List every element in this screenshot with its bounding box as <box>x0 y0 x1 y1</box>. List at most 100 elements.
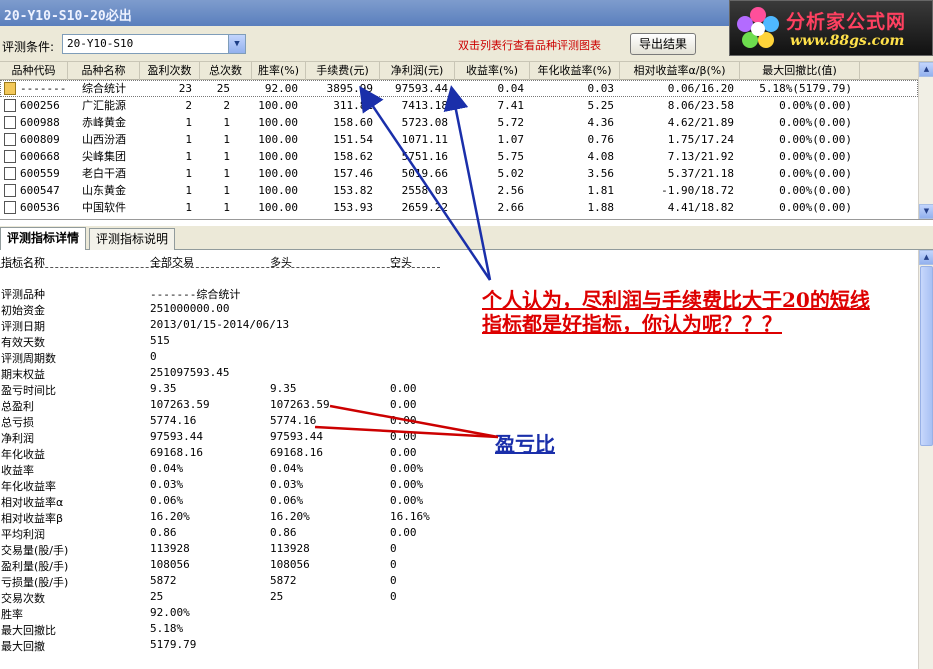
cell-total: 1 <box>223 150 230 163</box>
detail-scrollbar[interactable]: ▲ <box>918 250 933 669</box>
cell-total: 1 <box>223 201 230 214</box>
detail-tabs: 评测指标详情 评测指标说明 <box>0 226 933 251</box>
cell-fee: 153.82 <box>333 184 373 197</box>
ratio-annotation: 盈亏比 <box>495 432 555 456</box>
metric-value: 0.00 <box>390 414 417 427</box>
header-col-winrate[interactable]: 胜率(%) <box>252 62 306 80</box>
metric-value: 0.06% <box>270 494 304 507</box>
header-col-relative[interactable]: 相对收益率α/β(%) <box>620 62 740 80</box>
metric-value: 97593.44 <box>270 430 323 443</box>
cell-dd: 0.00%(0.00) <box>779 150 852 163</box>
table-body: ------- 综合统计 23 25 92.00 3895.99 97593.44 0.04 0… <box>0 80 918 216</box>
header-col-name[interactable]: 品种名称 <box>68 62 140 80</box>
metric-label: 最大回撤比 <box>1 624 56 637</box>
cell-code: 600536 <box>20 201 60 214</box>
condition-value: 20-Y10-S10 <box>67 37 134 50</box>
metric-value: 5774.16 <box>150 414 197 427</box>
cell-total: 2 <box>223 99 230 112</box>
cell-winrate: 100.00 <box>258 133 298 146</box>
metric-value: 251000000.00 <box>150 302 230 315</box>
metric-value: 5179.79 <box>150 638 197 651</box>
cell-annual: 3.56 <box>587 167 615 180</box>
table-row[interactable]: 600256 广汇能源 2 2 100.00 311.81 7413.18 7.41 5.25 8… <box>0 97 918 114</box>
cell-dd: 0.00%(0.00) <box>779 133 852 146</box>
cell-annual: 0.03 <box>587 82 615 95</box>
cell-rel: 4.62/21.89 <box>667 116 734 129</box>
cell-fee: 157.46 <box>333 167 373 180</box>
metric-label: 收益率 <box>1 464 34 477</box>
table-row[interactable]: 600988 赤峰黄金 1 1 100.00 158.60 5723.08 5.72 4.36 4… <box>0 114 918 131</box>
cell-code: 600668 <box>20 150 60 163</box>
table-row[interactable]: 600547 山东黄金 1 1 100.00 153.82 2558.03 2.56 1.81 -… <box>0 182 918 199</box>
cell-fee: 151.54 <box>333 133 373 146</box>
cell-ret: 5.72 <box>497 116 525 129</box>
cell-wins: 1 <box>185 133 192 146</box>
condition-select[interactable]: 20-Y10-S10 ▼ <box>62 34 246 54</box>
cell-fee: 158.60 <box>333 116 373 129</box>
table-row[interactable]: 600668 尖峰集团 1 1 100.00 158.62 5751.16 5.75 4.08 7… <box>0 148 918 165</box>
header-col-profit[interactable]: 净利润(元) <box>380 62 455 80</box>
metric-value: 0.00 <box>390 398 417 411</box>
table-row[interactable]: 600809 山西汾酒 1 1 100.00 151.54 1071.11 1.07 0.76 1… <box>0 131 918 148</box>
detail-header: 指标名称 <box>1 256 45 269</box>
cell-ret: 1.07 <box>497 133 525 146</box>
cell-wins: 23 <box>178 82 192 95</box>
table-row[interactable]: 600536 中国软件 1 1 100.00 153.93 2659.22 2.66 1.88 4… <box>0 199 918 216</box>
detail-header: 多头 <box>270 256 292 269</box>
document-icon <box>4 167 16 180</box>
tab-indicator-details[interactable]: 评测指标详情 <box>0 227 87 251</box>
metric-label: 年化收益率 <box>1 480 56 493</box>
cell-fee: 311.81 <box>333 99 373 112</box>
header-col-return[interactable]: 收益率(%) <box>455 62 530 80</box>
metric-value: 0.00 <box>390 382 417 395</box>
cell-rel: 7.13/21.92 <box>667 150 734 163</box>
metric-value: 0.86 <box>270 526 297 539</box>
metric-value: 5.18% <box>150 622 184 635</box>
export-button[interactable]: 导出结果 <box>630 33 696 55</box>
header-col-wins[interactable]: 盈利次数 <box>140 62 200 80</box>
metric-value: 0.86 <box>150 526 177 539</box>
cell-name: 综合统计 <box>82 82 126 95</box>
metric-label: 相对收益率β <box>1 512 64 525</box>
table-row[interactable]: ------- 综合统计 23 25 92.00 3895.99 97593.44 0.04 0… <box>0 80 918 97</box>
table-header: 品种代码 品种名称 盈利次数 总次数 胜率(%) 手续费(元) 净利润(元) 收益率(%) 年化… <box>0 62 933 80</box>
metric-value: 25 <box>150 590 164 603</box>
cell-rel: 4.41/18.82 <box>667 201 734 214</box>
metric-value: 16.20% <box>270 510 310 523</box>
header-col-annual[interactable]: 年化收益率(%) <box>530 62 620 80</box>
header-col-total[interactable]: 总次数 <box>200 62 252 80</box>
scroll-down-icon[interactable]: ▼ <box>919 204 933 219</box>
chevron-down-icon[interactable]: ▼ <box>228 35 245 53</box>
tab-indicator-description[interactable]: 评测指标说明 <box>89 228 176 250</box>
scroll-up-icon[interactable]: ▲ <box>919 250 933 265</box>
header-col-fee[interactable]: 手续费(元) <box>306 62 380 80</box>
cell-profit: 5723.08 <box>401 116 448 129</box>
metric-label: 亏损量(股/手) <box>1 576 69 589</box>
header-col-drawdown[interactable]: 最大回撤比(值) <box>740 62 860 80</box>
cell-winrate: 100.00 <box>258 167 298 180</box>
metric-label: 总盈利 <box>1 400 34 413</box>
results-table: 品种代码 品种名称 盈利次数 总次数 胜率(%) 手续费(元) 净利润(元) 收益率(%) 年化… <box>0 62 933 220</box>
metric-value: -------综合统计 <box>150 288 241 301</box>
metric-value: 0.03% <box>150 478 184 491</box>
metric-label: 交易次数 <box>1 592 45 605</box>
cell-code: 600988 <box>20 116 60 129</box>
cell-name: 老白干酒 <box>82 167 126 180</box>
table-row[interactable]: 600559 老白干酒 1 1 100.00 157.46 5019.66 5.02 3.56 5… <box>0 165 918 182</box>
metric-value: 0.04% <box>150 462 184 475</box>
cell-dd: 0.00%(0.00) <box>779 201 852 214</box>
flower-logo-icon <box>737 7 779 48</box>
metric-value: 0.00% <box>390 494 424 507</box>
header-col-code[interactable]: 品种代码 <box>0 62 68 80</box>
metric-value: 0 <box>390 590 397 603</box>
brand-name: 分析家公式网 <box>786 11 907 33</box>
metric-value: 0.06% <box>150 494 184 507</box>
cell-winrate: 100.00 <box>258 99 298 112</box>
scroll-up-icon[interactable]: ▲ <box>919 62 933 77</box>
scroll-thumb[interactable] <box>920 266 933 446</box>
table-scrollbar[interactable]: ▲ ▼ <box>918 62 933 219</box>
cell-wins: 1 <box>185 201 192 214</box>
metric-value: 113928 <box>270 542 310 555</box>
metric-value: 0 <box>150 350 157 363</box>
cell-dd: 0.00%(0.00) <box>779 167 852 180</box>
